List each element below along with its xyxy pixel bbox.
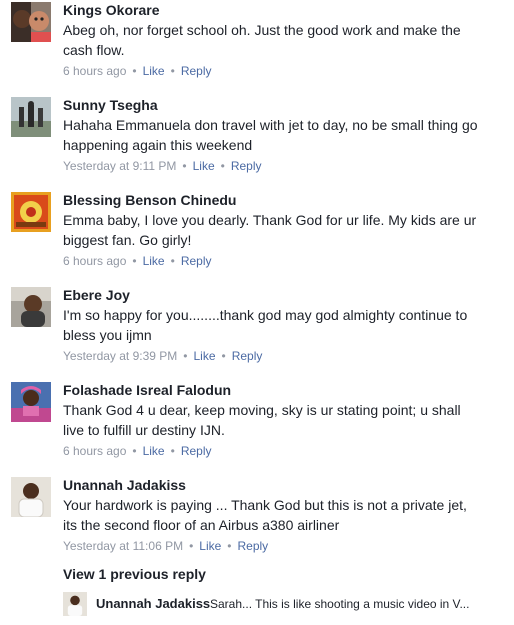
comment-item: Folashade Isreal Falodun Thank God 4 u d…: [0, 380, 514, 475]
comment-text: Thank God 4 u dear, keep moving, sky is …: [63, 402, 461, 438]
avatar[interactable]: [11, 477, 51, 517]
separator-dot: •: [182, 159, 187, 173]
reply-button[interactable]: Reply: [181, 254, 212, 268]
reply-author[interactable]: Unannah Jadakiss: [96, 596, 210, 611]
comment-meta: 6 hours ago • Like • Reply: [63, 444, 212, 458]
separator-dot: •: [132, 444, 137, 458]
separator-dot: •: [132, 254, 137, 268]
comment-text: Emma baby, I love you dearly. Thank God …: [63, 212, 477, 248]
reply-snippet: Sarah... This is like shooting a music v…: [210, 597, 470, 611]
separator-dot: •: [170, 444, 175, 458]
comment-text: Abeg oh, nor forget school oh. Just the …: [63, 22, 461, 58]
comment-meta: 6 hours ago • Like • Reply: [63, 64, 212, 78]
avatar[interactable]: [11, 2, 51, 42]
separator-dot: •: [132, 64, 137, 78]
like-button[interactable]: Like: [143, 444, 165, 458]
comment-item: Sunny Tsegha Hahaha Emmanuela don travel…: [0, 95, 514, 190]
like-button[interactable]: Like: [199, 539, 221, 553]
comment-author[interactable]: Folashade Isreal Falodun: [63, 382, 231, 398]
comment-author[interactable]: Kings Okorare: [63, 2, 159, 18]
like-button[interactable]: Like: [143, 254, 165, 268]
avatar[interactable]: [11, 287, 51, 327]
reply-preview[interactable]: Unannah Jadakiss Sarah... This is like s…: [63, 592, 513, 618]
reply-button[interactable]: Reply: [181, 64, 212, 78]
reply-button[interactable]: Reply: [238, 539, 269, 553]
view-previous-replies-link[interactable]: View 1 previous reply: [63, 566, 206, 582]
comment-timestamp: Yesterday at 9:39 PM: [63, 349, 178, 363]
comment-text: Your hardwork is paying ... Thank God bu…: [63, 497, 467, 533]
comment-text: I'm so happy for you........thank god ma…: [63, 307, 468, 343]
comment-meta: Yesterday at 11:06 PM • Like • Reply: [63, 539, 268, 553]
comment-author[interactable]: Unannah Jadakiss: [63, 477, 186, 493]
comment-timestamp: 6 hours ago: [63, 64, 127, 78]
like-button[interactable]: Like: [143, 64, 165, 78]
comment-text: Hahaha Emmanuela don travel with jet to …: [63, 117, 478, 153]
comment-author[interactable]: Sunny Tsegha: [63, 97, 158, 113]
comment-timestamp: Yesterday at 9:11 PM: [63, 159, 177, 173]
comment-item: Blessing Benson Chinedu Emma baby, I lov…: [0, 190, 514, 285]
comment-meta: Yesterday at 9:11 PM • Like • Reply: [63, 159, 262, 173]
comment-meta: 6 hours ago • Like • Reply: [63, 254, 212, 268]
comment-author[interactable]: Ebere Joy: [63, 287, 130, 303]
comment-timestamp: Yesterday at 11:06 PM: [63, 539, 184, 553]
reply-button[interactable]: Reply: [232, 349, 263, 363]
avatar[interactable]: [63, 592, 87, 616]
separator-dot: •: [170, 64, 175, 78]
comment-timestamp: 6 hours ago: [63, 444, 127, 458]
comment-timestamp: 6 hours ago: [63, 254, 127, 268]
separator-dot: •: [170, 254, 175, 268]
comment-item: Ebere Joy I'm so happy for you........th…: [0, 285, 514, 380]
reply-button[interactable]: Reply: [181, 444, 212, 458]
avatar[interactable]: [11, 192, 51, 232]
separator-dot: •: [189, 539, 194, 553]
separator-dot: •: [220, 159, 225, 173]
comment-meta: Yesterday at 9:39 PM • Like • Reply: [63, 349, 262, 363]
separator-dot: •: [221, 349, 226, 363]
comment-author[interactable]: Blessing Benson Chinedu: [63, 192, 236, 208]
like-button[interactable]: Like: [194, 349, 216, 363]
like-button[interactable]: Like: [193, 159, 215, 173]
avatar[interactable]: [11, 97, 51, 137]
avatar[interactable]: [11, 382, 51, 422]
separator-dot: •: [227, 539, 232, 553]
comment-item: Unannah Jadakiss Your hardwork is paying…: [0, 475, 514, 570]
comment-item: Kings Okorare Abeg oh, nor forget school…: [0, 0, 514, 95]
separator-dot: •: [183, 349, 188, 363]
reply-button[interactable]: Reply: [231, 159, 262, 173]
